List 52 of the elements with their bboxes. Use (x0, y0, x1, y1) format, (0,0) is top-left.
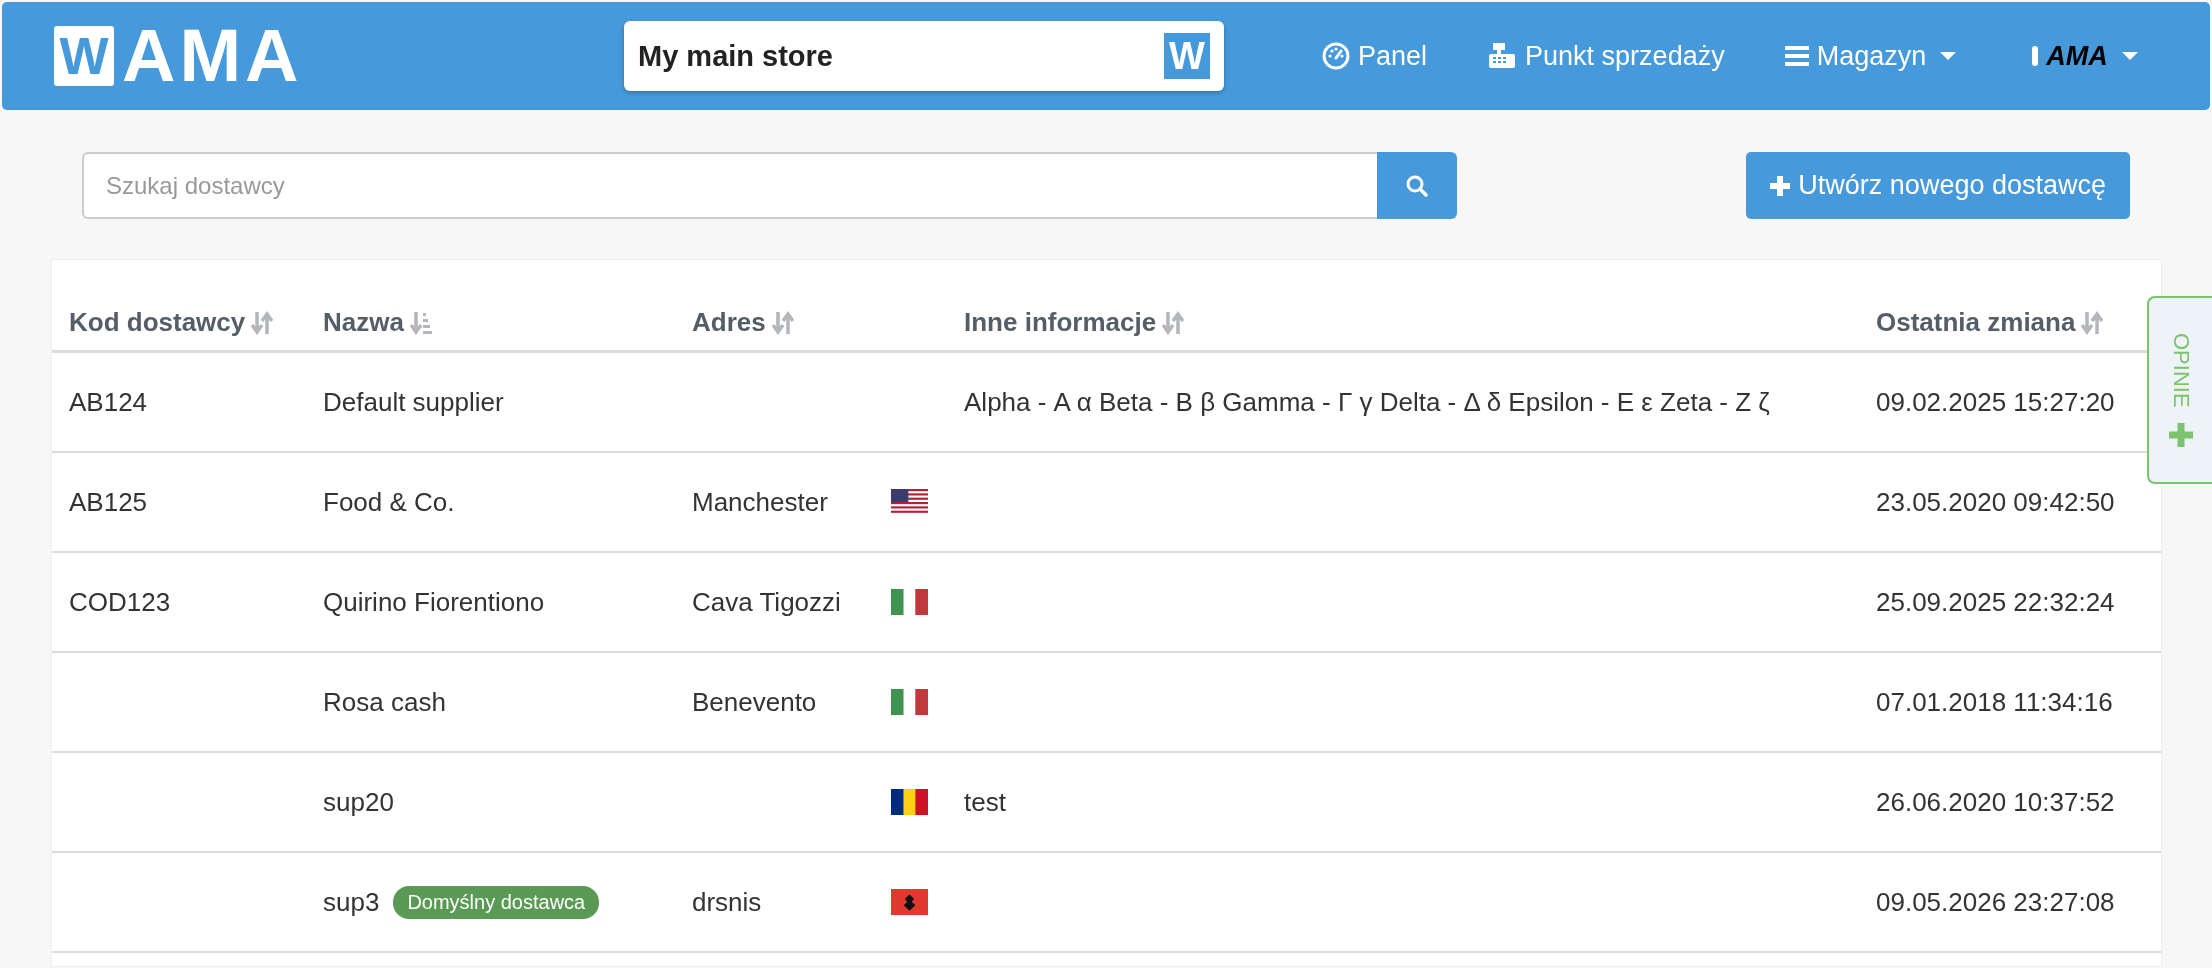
table-cell: drsnis (692, 886, 762, 917)
table-cell: Alpha - Α α Beta - Β β Gamma - Γ γ Delta - Δ δ Epsilon - Ε ε Zeta - Ζ ζ (964, 386, 1770, 417)
column-header[interactable]: Adres (692, 307, 794, 338)
flag-icon (891, 789, 928, 815)
table-cell: Food & Co. (323, 486, 455, 518)
sort-icon (1162, 309, 1185, 336)
caret-icon (1940, 52, 1957, 60)
sort-icon (251, 309, 274, 336)
flag-icon (891, 889, 928, 915)
store-selector[interactable]: My main store W (624, 21, 1224, 91)
column-header[interactable]: Ostatnia zmiana (1876, 307, 2104, 338)
default-supplier-badge: Domyślny dostawca (393, 885, 600, 919)
table-cell: AB125 (69, 486, 148, 517)
sort-icon (2081, 309, 2104, 336)
flag-icon (891, 689, 928, 715)
table-cell: sup3 (323, 886, 380, 918)
table-cell: test (964, 786, 1006, 817)
store-logo-icon: W (1164, 33, 1210, 79)
table-cell: 23.05.2020 09:42:50 (1876, 486, 2115, 517)
table-cell: sup20 (323, 786, 394, 818)
account-menu[interactable]: AMA (2032, 40, 2138, 72)
gauge-icon (1322, 42, 1350, 70)
search-icon (1405, 173, 1429, 198)
table-cell: Manchester (692, 486, 828, 517)
column-header[interactable]: Nazwa (323, 307, 432, 338)
table-cell: AB124 (69, 386, 148, 417)
sort-icon (771, 309, 794, 336)
table-cell: 09.02.2025 15:27:20 (1876, 386, 2115, 417)
table-cell: 25.09.2025 22:32:24 (1876, 586, 2115, 617)
column-header[interactable]: Inne informacje (964, 307, 1185, 338)
table-cell: Benevento (692, 686, 817, 717)
column-header[interactable]: Kod dostawcy (69, 307, 274, 338)
table-cell: Rosa cash (323, 686, 446, 718)
menu-icon (1784, 45, 1809, 67)
caret-icon (2121, 52, 2138, 60)
table-cell: Quirino Fiorentiono (323, 586, 545, 618)
plus-icon (1770, 175, 1791, 196)
table-cell: 26.06.2020 10:37:52 (1876, 786, 2115, 817)
table-cell: 07.01.2018 11:34:16 (1876, 686, 2113, 717)
cash-register-icon (1487, 42, 1518, 70)
table-cell: 09.05.2026 23:27:08 (1876, 886, 2115, 917)
search-field[interactable]: Szukaj dostawcy (82, 152, 1377, 219)
flag-icon (891, 589, 928, 615)
search-button[interactable] (1377, 152, 1457, 219)
sort-ascending-icon (409, 309, 432, 336)
flag-icon (891, 489, 928, 515)
table-cell: Cava Tigozzi (692, 586, 841, 617)
logo-text: AMA (122, 19, 303, 93)
table-cell: COD123 (69, 586, 171, 617)
table-cell: Default supplier (323, 386, 504, 418)
plus-icon (2168, 423, 2193, 448)
logo-mark: W (54, 26, 114, 86)
